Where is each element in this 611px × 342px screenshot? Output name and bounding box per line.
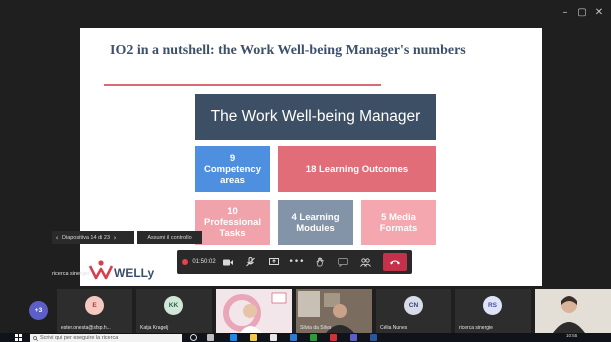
learning-modules-label: 4 Learning Modules	[291, 211, 340, 234]
main-title-box: The Work Well-being Manager	[195, 94, 436, 140]
hang-up-icon[interactable]	[383, 253, 407, 271]
tasks-number: 10	[227, 206, 238, 217]
avatar: RS	[483, 296, 502, 315]
participant-video-tile[interactable]: Silvia da Silva	[296, 289, 372, 333]
call-timer-text: 01:50:02	[192, 259, 216, 265]
search-icon	[33, 335, 38, 341]
presenter-name: ricerca sinergie	[52, 271, 90, 277]
close-button[interactable]: ✕	[592, 6, 606, 20]
competency-areas-box: 9 Competency areas	[195, 146, 270, 192]
system-clock: 10:55	[566, 333, 578, 338]
learning-outcomes-box: 18 Learning Outcomes	[278, 146, 436, 192]
competency-label: Competency areas	[203, 163, 261, 186]
participants-icon[interactable]	[354, 252, 377, 272]
welly-logo-text: WELLy	[114, 266, 155, 280]
participant-name: ester.onesta@sfsp.h...	[61, 325, 111, 331]
store-icon[interactable]	[270, 334, 277, 341]
title-bar: – ▢ ✕	[0, 0, 611, 26]
teams-icon[interactable]	[350, 334, 357, 341]
media-formats-label: 5 Media Formats	[379, 211, 418, 234]
mic-off-icon[interactable]	[239, 252, 262, 272]
participant-name: Silvia da Silva	[300, 325, 332, 331]
avatar: E	[85, 296, 104, 315]
welly-figure-icon	[88, 260, 114, 280]
media-formats-box: 5 Media Formats	[361, 200, 436, 245]
participant-video-tile[interactable]	[535, 289, 611, 333]
camera-icon[interactable]	[216, 252, 239, 272]
participant-name: ricerca sinergie	[459, 325, 493, 331]
chat-icon[interactable]	[331, 252, 354, 272]
file-explorer-icon[interactable]	[250, 334, 257, 341]
participant-tile[interactable]: KK Katja Kragelj	[136, 289, 212, 333]
avatar: KK	[164, 296, 183, 315]
more-options-icon[interactable]: •••	[285, 252, 308, 272]
maximize-button[interactable]: ▢	[575, 6, 589, 20]
meeting-toolbar: 01:50:02 •••	[177, 250, 412, 274]
take-control-button[interactable]: Assumi il controllo	[137, 231, 202, 244]
participant-name: Célia Nunes	[380, 325, 408, 331]
chevron-left-icon[interactable]: ‹	[52, 234, 62, 242]
participant-name: Katja Kragelj	[140, 325, 169, 331]
participant-tile[interactable]: E ester.onesta@sfsp.h...	[57, 289, 132, 333]
competency-number: 9	[229, 152, 236, 164]
minimize-button[interactable]: –	[558, 6, 572, 20]
excel-icon[interactable]	[310, 334, 317, 341]
avatar: CN	[404, 296, 423, 315]
taskbar-search-input[interactable]: Scrivi qui per eseguire la ricerca	[30, 334, 182, 342]
participant-video	[216, 289, 292, 333]
participant-tile[interactable]: RS ricerca sinergie	[455, 289, 531, 333]
search-placeholder: Scrivi qui per eseguire la ricerca	[40, 335, 119, 341]
learning-modules-box: 4 Learning Modules	[278, 200, 353, 245]
word-icon[interactable]	[370, 334, 377, 341]
task-view-icon[interactable]	[207, 334, 214, 341]
record-dot-icon	[182, 259, 189, 265]
slide-counter: Diapositiva 14 di 23	[62, 234, 111, 241]
professional-tasks-box: 10 Professional Tasks	[195, 200, 270, 245]
cortana-icon[interactable]	[190, 334, 197, 341]
more-participants-badge[interactable]: +3	[29, 301, 48, 320]
participant-video-tile[interactable]	[216, 289, 292, 333]
call-timer: 01:50:02	[182, 252, 216, 272]
teams-meeting-window: – ▢ ✕ IO2 in a nutshell: the Work Well-b…	[0, 0, 611, 342]
shared-presentation-slide: IO2 in a nutshell: the Work Well-being M…	[80, 28, 542, 286]
title-underline	[104, 84, 381, 86]
raise-hand-icon[interactable]	[308, 252, 331, 272]
mail-icon[interactable]	[290, 334, 297, 341]
slide-navigation: ‹ Diapositiva 14 di 23 ›	[52, 231, 134, 244]
slide-title: IO2 in a nutshell: the Work Well-being M…	[110, 43, 466, 58]
share-screen-icon[interactable]	[262, 252, 285, 272]
learning-outcomes-label: 18 Learning Outcomes	[305, 163, 409, 175]
participant-tile[interactable]: CN Célia Nunes	[376, 289, 451, 333]
edge-icon[interactable]	[230, 334, 237, 341]
chevron-right-icon[interactable]: ›	[110, 234, 120, 242]
powerpoint-icon[interactable]	[330, 334, 337, 341]
welly-logo: WELLy	[88, 260, 154, 280]
tasks-label: Professional Tasks	[203, 217, 262, 239]
windows-start-icon[interactable]	[15, 334, 22, 341]
participant-video	[535, 289, 611, 333]
